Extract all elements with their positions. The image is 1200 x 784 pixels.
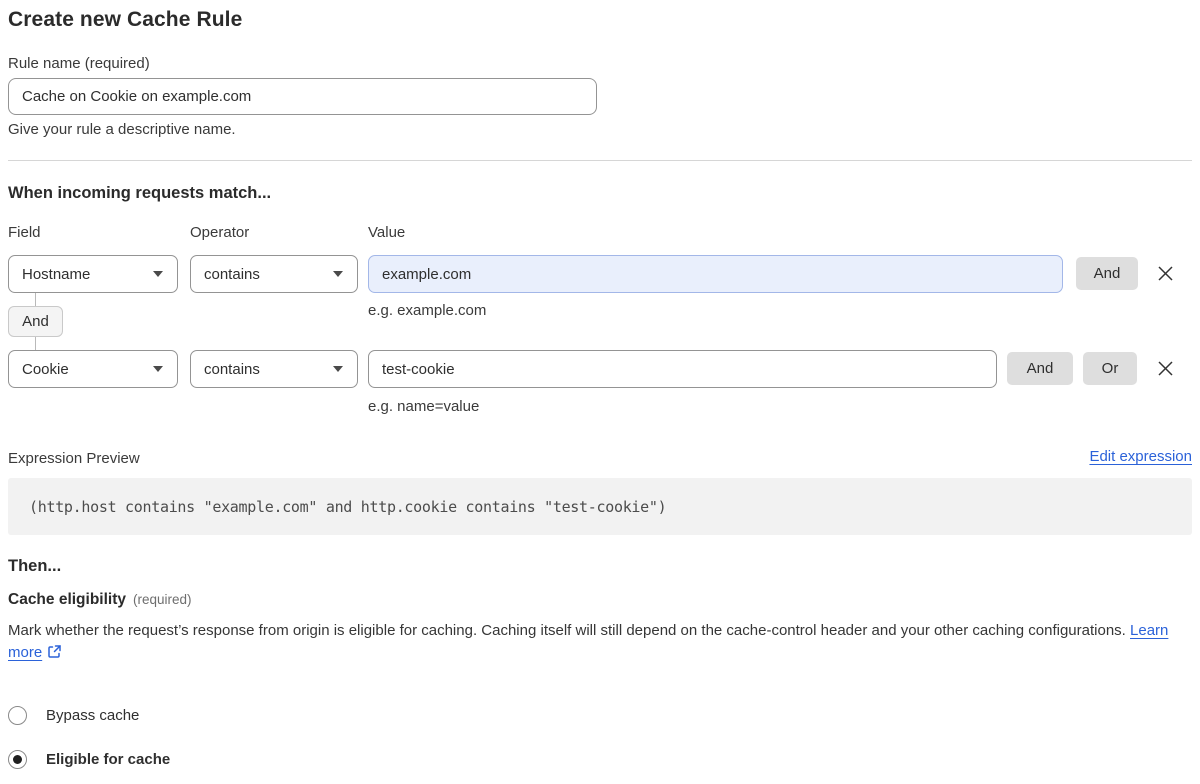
value-input-row2[interactable] xyxy=(368,350,997,388)
add-and-condition-button-row2[interactable]: And xyxy=(1007,352,1073,385)
radio-option-bypass-cache[interactable]: Bypass cache xyxy=(8,706,139,725)
column-label-field: Field xyxy=(8,224,41,241)
caret-down-icon xyxy=(153,366,163,372)
value-hint-row2: e.g. name=value xyxy=(368,398,479,415)
rule-name-input[interactable] xyxy=(8,78,597,115)
cache-eligibility-description-text: Mark whether the request’s response from… xyxy=(8,622,1126,639)
edit-expression-link[interactable]: Edit expression xyxy=(1089,448,1192,465)
value-input-row1[interactable] xyxy=(368,255,1063,293)
value-hint-row1: e.g. example.com xyxy=(368,302,486,319)
radio-option-eligible-for-cache[interactable]: Eligible for cache xyxy=(8,750,170,769)
radio-dot xyxy=(13,755,22,764)
close-icon xyxy=(1157,360,1174,377)
column-label-value: Value xyxy=(368,224,405,241)
remove-condition-button-row1[interactable] xyxy=(1151,259,1179,287)
cache-eligibility-heading-row: Cache eligibility (required) xyxy=(8,591,192,609)
radio-label-eligible: Eligible for cache xyxy=(46,751,170,768)
operator-select-row1[interactable]: contains xyxy=(190,255,358,293)
caret-down-icon xyxy=(333,271,343,277)
rule-name-label: Rule name (required) xyxy=(8,55,150,72)
field-select-row2[interactable]: Cookie xyxy=(8,350,178,388)
create-cache-rule-page: Create new Cache Rule Rule name (require… xyxy=(0,0,1200,784)
connector-line-top xyxy=(35,293,36,306)
radio-unselected-icon xyxy=(8,706,27,725)
operator-select-row1-value: contains xyxy=(204,266,260,283)
rule-name-help: Give your rule a descriptive name. xyxy=(8,121,236,138)
operator-select-row2-value: contains xyxy=(204,361,260,378)
cache-eligibility-heading: Cache eligibility xyxy=(8,591,126,608)
close-icon xyxy=(1157,265,1174,282)
caret-down-icon xyxy=(153,271,163,277)
condition-connector-and[interactable]: And xyxy=(8,306,63,337)
remove-condition-button-row2[interactable] xyxy=(1151,354,1179,382)
field-select-row1[interactable]: Hostname xyxy=(8,255,178,293)
field-select-row1-value: Hostname xyxy=(22,266,90,283)
then-section-heading: Then... xyxy=(8,557,61,576)
radio-selected-icon xyxy=(8,750,27,769)
add-and-condition-button-row1[interactable]: And xyxy=(1076,257,1138,290)
match-section-heading: When incoming requests match... xyxy=(8,184,271,203)
expression-code-block: (http.host contains "example.com" and ht… xyxy=(8,478,1192,535)
add-or-condition-button-row2[interactable]: Or xyxy=(1083,352,1137,385)
connector-line-bottom xyxy=(35,337,36,350)
caret-down-icon xyxy=(333,366,343,372)
external-link-icon xyxy=(47,644,62,666)
column-label-operator: Operator xyxy=(190,224,249,241)
page-title: Create new Cache Rule xyxy=(8,8,242,32)
operator-select-row2[interactable]: contains xyxy=(190,350,358,388)
required-tag: (required) xyxy=(133,592,192,607)
expression-preview-label: Expression Preview xyxy=(8,450,140,467)
section-divider xyxy=(8,160,1192,161)
radio-label-bypass: Bypass cache xyxy=(46,707,139,724)
field-select-row2-value: Cookie xyxy=(22,361,69,378)
expression-code: (http.host contains "example.com" and ht… xyxy=(29,498,666,516)
cache-eligibility-description: Mark whether the request’s response from… xyxy=(8,620,1192,666)
